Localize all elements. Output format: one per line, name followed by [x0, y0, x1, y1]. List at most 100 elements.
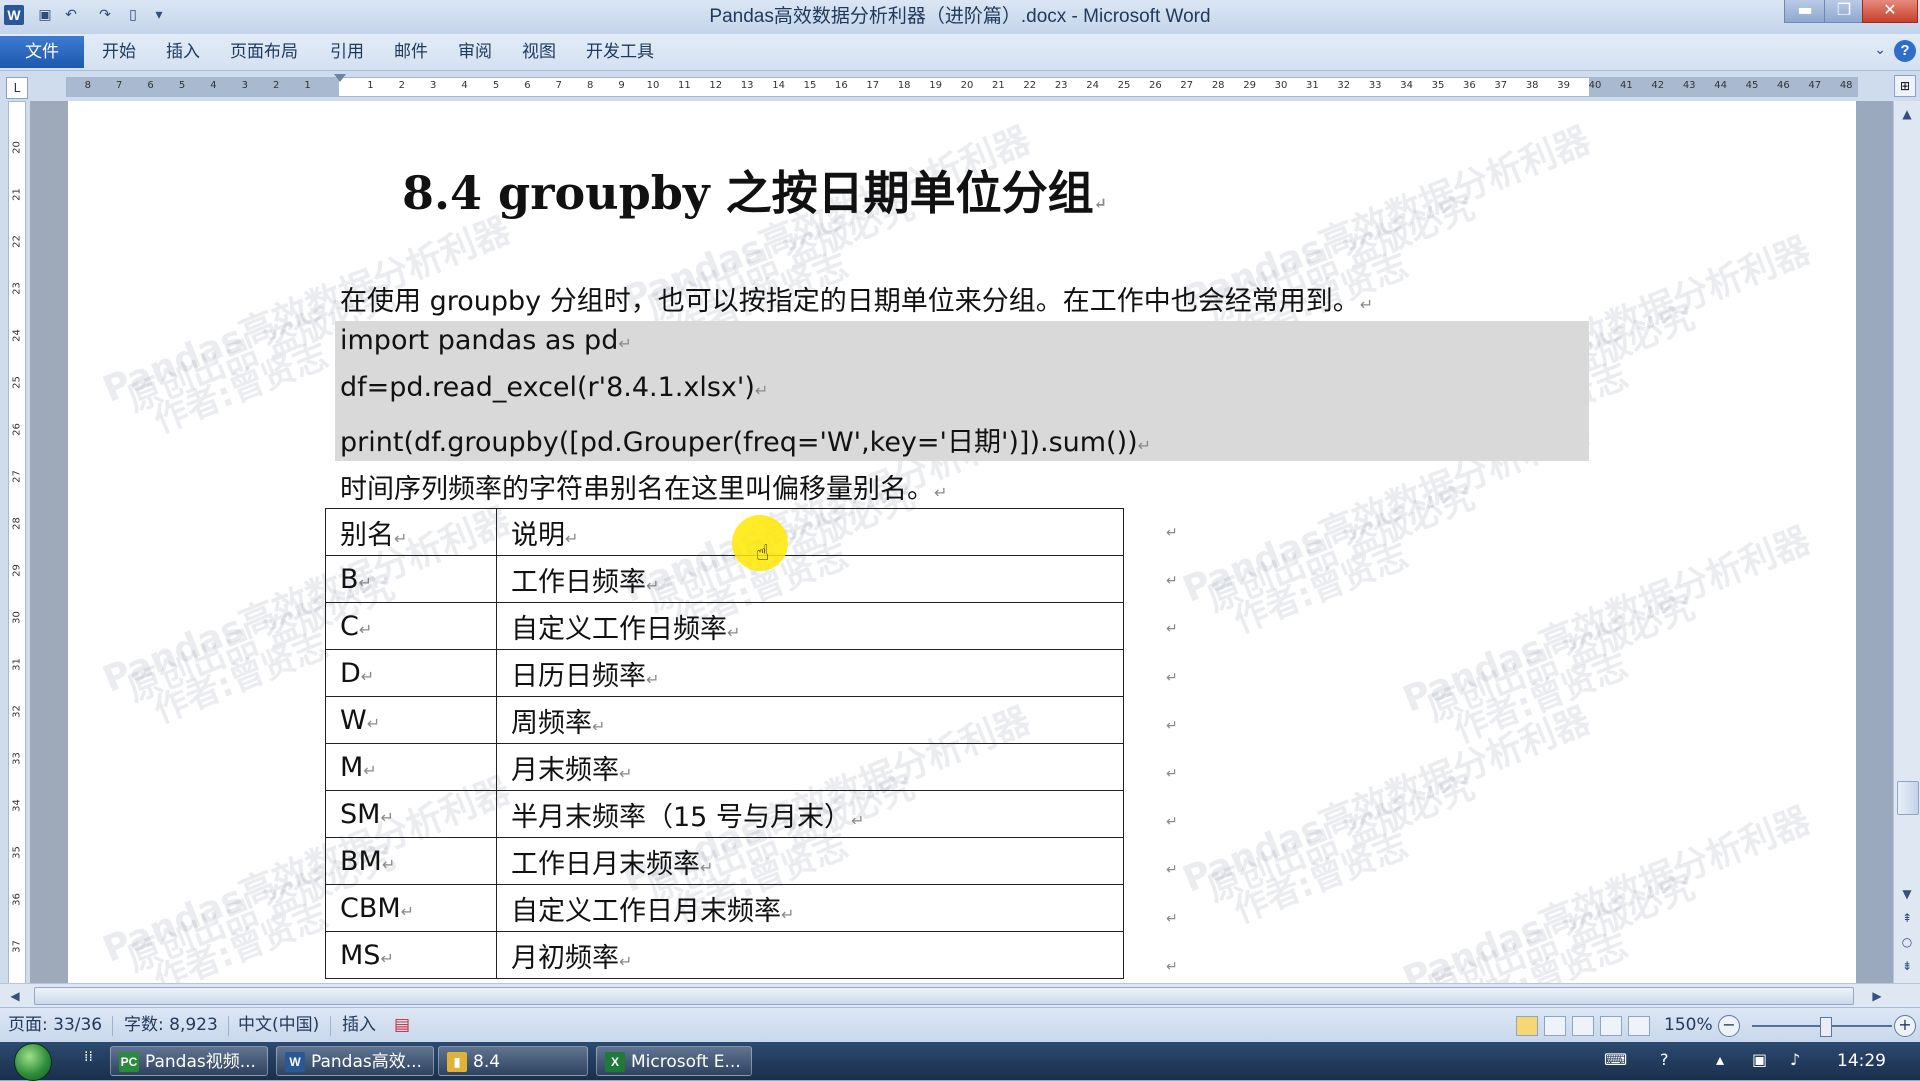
- code-line[interactable]: import pandas as pd↵: [340, 325, 632, 356]
- macro-record-icon[interactable]: ▤: [394, 1008, 410, 1043]
- code-line[interactable]: df=pd.read_excel(r'8.4.1.xlsx')↵: [340, 372, 768, 403]
- note-paragraph[interactable]: 时间序列频率的字符串别名在这里叫偏移量别名。↵: [340, 467, 947, 506]
- maximize-icon[interactable]: ❐: [1824, 0, 1864, 23]
- ruler-number: 26: [1149, 80, 1162, 91]
- select-browse-object-icon[interactable]: ○: [1898, 933, 1916, 951]
- table-cell[interactable]: C↵: [325, 602, 497, 650]
- insert-mode[interactable]: 插入: [342, 1008, 376, 1043]
- volume-icon[interactable]: ♪: [1790, 1050, 1800, 1069]
- intro-paragraph[interactable]: 在使用 groupby 分组时，也可以按指定的日期单位来分组。在工作中也会经常用…: [340, 279, 1373, 318]
- alias-description: 半月末频率（15 号与月末）: [511, 801, 851, 833]
- help-tray-icon[interactable]: ?: [1660, 1050, 1669, 1069]
- table-cell[interactable]: 半月末频率（15 号与月末）↵: [496, 790, 1124, 838]
- table-cell[interactable]: 自定义工作日月末频率↵: [496, 884, 1124, 932]
- table-row[interactable]: B↵ 工作日频率↵: [325, 555, 1124, 603]
- ruler-number: 28: [1211, 80, 1225, 91]
- table-cell[interactable]: SM↵: [325, 790, 497, 838]
- tab-developer[interactable]: 开发工具: [586, 34, 654, 70]
- table-cell[interactable]: W↵: [325, 696, 497, 744]
- section-heading[interactable]: 8.4 groupby 之按日期单位分组↵: [402, 157, 1107, 223]
- watermark-text: 原创出品 盗版必究: [1202, 767, 1481, 911]
- zoom-in-icon[interactable]: +: [1894, 1015, 1916, 1037]
- word-count[interactable]: 字数: 8,923: [124, 1008, 218, 1043]
- zoom-out-icon[interactable]: −: [1718, 1015, 1740, 1037]
- tab-references[interactable]: 引用: [330, 34, 364, 70]
- offset-alias-table[interactable]: 别名↵ 说明↵ B↵ 工作日频率↵ C↵ 自定义工作日频率↵ D↵ 日历日频率↵ W↵ 周频率…: [325, 508, 1124, 979]
- table-cell[interactable]: 月末频率↵: [496, 743, 1124, 791]
- table-row[interactable]: BM↵ 工作日月末频率↵: [325, 837, 1124, 885]
- tab-selector[interactable]: L: [6, 77, 28, 99]
- previous-page-icon[interactable]: ⇞: [1898, 909, 1916, 927]
- table-cell[interactable]: D↵: [325, 649, 497, 697]
- watermark-text: 作者:曾贤志: [1448, 925, 1634, 983]
- help-icon[interactable]: ?: [1894, 40, 1916, 62]
- horizontal-scroll-thumb[interactable]: [34, 987, 1854, 1005]
- next-page-icon[interactable]: ⇟: [1898, 957, 1916, 975]
- horizontal-scrollbar[interactable]: ◀ ▶: [0, 983, 1920, 1008]
- taskbar-item[interactable]: ▮ 8.4: [438, 1046, 588, 1076]
- document-area[interactable]: Pandas高效数据分析利器 原创出品 盗版必究 作者:曾贤志 Pandas高效数据分…: [30, 101, 1856, 983]
- zoom-slider-thumb[interactable]: [1820, 1017, 1832, 1037]
- ruler-toggle-icon[interactable]: ⊞: [1894, 75, 1916, 97]
- table-cell[interactable]: 工作日月末频率↵: [496, 837, 1124, 885]
- print-layout-icon[interactable]: [1516, 1016, 1538, 1036]
- start-button[interactable]: [14, 1043, 52, 1081]
- language-indicator[interactable]: 中文(中国): [238, 1008, 319, 1043]
- full-screen-reading-icon[interactable]: [1544, 1016, 1566, 1036]
- table-cell[interactable]: 工作日频率↵: [496, 555, 1124, 603]
- table-cell[interactable]: 自定义工作日频率↵: [496, 602, 1124, 650]
- table-row[interactable]: M↵ 月末频率↵: [325, 743, 1124, 791]
- outline-view-icon[interactable]: [1600, 1016, 1622, 1036]
- taskbar-item[interactable]: X Microsoft E...: [596, 1046, 752, 1076]
- table-header-row[interactable]: 别名↵ 说明↵: [325, 508, 1124, 556]
- tab-page-layout[interactable]: 页面布局: [230, 34, 298, 70]
- table-cell[interactable]: CBM↵: [325, 884, 497, 932]
- table-row[interactable]: CBM↵ 自定义工作日月末频率↵: [325, 884, 1124, 932]
- table-cell[interactable]: 别名↵: [325, 508, 497, 556]
- taskbar-item[interactable]: W Pandas高效...: [276, 1046, 434, 1076]
- web-layout-icon[interactable]: [1572, 1016, 1594, 1036]
- table-row[interactable]: MS↵ 月初频率↵: [325, 931, 1124, 979]
- clock[interactable]: 14:29: [1837, 1042, 1886, 1080]
- table-cell[interactable]: B↵: [325, 555, 497, 603]
- table-cell[interactable]: 周频率↵: [496, 696, 1124, 744]
- scroll-right-icon[interactable]: ▶: [1868, 987, 1886, 1005]
- table-cell[interactable]: 月初频率↵: [496, 931, 1124, 979]
- code-line[interactable]: print(df.groupby([pd.Grouper(freq='W',ke…: [340, 420, 1151, 459]
- minimize-icon[interactable]: ▬: [1784, 0, 1826, 23]
- ruler-number: 6: [147, 80, 154, 91]
- vertical-scrollbar[interactable]: ▲ ▼ ⇞ ○ ⇟: [1893, 101, 1920, 983]
- page-count[interactable]: 页面: 33/36: [8, 1008, 102, 1043]
- table-row[interactable]: C↵ 自定义工作日频率↵: [325, 602, 1124, 650]
- tab-insert[interactable]: 插入: [166, 34, 200, 70]
- tab-review[interactable]: 审阅: [458, 34, 492, 70]
- document-page[interactable]: Pandas高效数据分析利器 原创出品 盗版必究 作者:曾贤志 Pandas高效数据分…: [68, 101, 1856, 983]
- table-row[interactable]: SM↵ 半月末频率（15 号与月末）↵: [325, 790, 1124, 838]
- table-cell[interactable]: BM↵: [325, 837, 497, 885]
- table-cell[interactable]: 说明↵: [496, 508, 1124, 556]
- taskbar-item[interactable]: PC Pandas视频...: [110, 1046, 268, 1076]
- taskbar-app-icon: ▮: [447, 1052, 467, 1072]
- indent-marker-icon[interactable]: [334, 74, 346, 82]
- vertical-scroll-thumb[interactable]: [1897, 781, 1919, 815]
- table-cell[interactable]: M↵: [325, 743, 497, 791]
- network-icon[interactable]: ▣: [1752, 1050, 1767, 1069]
- tab-mailings[interactable]: 邮件: [394, 34, 428, 70]
- tab-view[interactable]: 视图: [522, 34, 556, 70]
- tab-file[interactable]: 文件: [0, 36, 84, 68]
- scroll-left-icon[interactable]: ◀: [6, 987, 24, 1005]
- scroll-down-icon[interactable]: ▼: [1898, 885, 1916, 903]
- tab-home[interactable]: 开始: [102, 34, 136, 70]
- table-cell[interactable]: 日历日频率↵: [496, 649, 1124, 697]
- table-row[interactable]: W↵ 周频率↵: [325, 696, 1124, 744]
- table-cell[interactable]: MS↵: [325, 931, 497, 979]
- draft-view-icon[interactable]: [1628, 1016, 1650, 1036]
- vertical-ruler[interactable]: 20 21 22 23 24 25 26 27 28 29 30 31 32 33 34 35 36 37: [8, 101, 26, 985]
- keyboard-icon[interactable]: ⌨: [1604, 1050, 1627, 1069]
- scroll-up-icon[interactable]: ▲: [1898, 105, 1916, 123]
- show-hidden-icons-icon[interactable]: ▴: [1716, 1050, 1724, 1069]
- zoom-level[interactable]: 150%: [1664, 1008, 1713, 1043]
- table-row[interactable]: D↵ 日历日频率↵: [325, 649, 1124, 697]
- ribbon-minimize-icon[interactable]: ⌄: [1874, 42, 1886, 58]
- close-icon[interactable]: ✕: [1862, 0, 1918, 23]
